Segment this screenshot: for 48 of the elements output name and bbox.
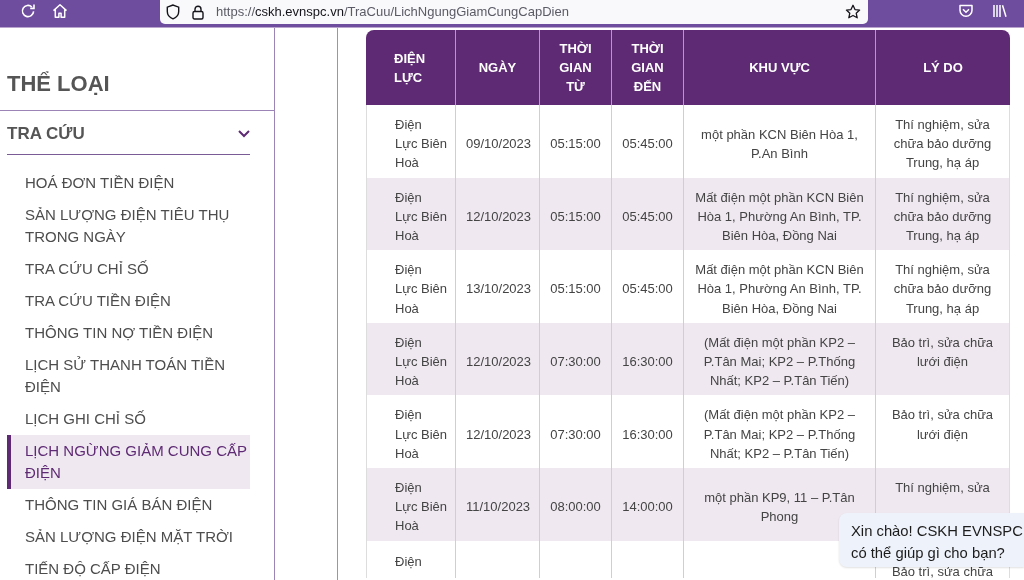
column-header: NGÀY [455,30,539,105]
table-cell: Bảo trì, sửa chữa lưới điện [875,395,1010,469]
table-cell: 11/10/2023 [455,468,539,541]
sidebar-link[interactable]: TRA CỨU CHỈ SỐ [7,253,250,285]
sidebar-link[interactable]: TRA CỨU TIỀN ĐIỆN [7,285,250,317]
column-header: LÝ DO [875,30,1010,105]
column-header: THỜI GIAN ĐẾN [611,30,683,105]
section-toggle[interactable]: TRA CỨU [7,111,250,155]
url-text: https://cskh.evnspc.vn/TraCuu/LichNgungGiamCungCapDien [216,4,569,20]
table-cell: Thí nghiệm, sửa chữa bảo dưỡng Trung, hạ áp [875,105,1010,178]
table-cell: 14:00:00 [611,468,683,541]
sidebar-link[interactable]: LỊCH SỬ THANH TOÁN TIỀN ĐIỆN [7,349,250,403]
table-cell: Thí nghiệm, sửa chữa bảo dưỡng Trung, hạ áp [875,250,1010,323]
sidebar-link[interactable]: THÔNG TIN GIÁ BÁN ĐIỆN [7,489,250,521]
table-cell: Bảo trì, sửa chữa lưới điện [875,322,1010,396]
table-cell: Mất điện một phần KCN Biên Hòa 1, Phường An Bình, TP. Biên Hòa, Đồng Nai [683,177,875,251]
table-cell: 16:30:00 [611,322,683,396]
table-cell: 12/10/2023 [455,177,539,251]
table-cell: Điện Lực Biên Hoà [366,322,455,396]
sidebar-link[interactable]: LỊCH GHI CHỈ SỐ [7,403,250,435]
table-cell: 05:45:00 [611,177,683,251]
chevron-shield-icon[interactable] [958,3,974,19]
books-icon[interactable] [992,3,1008,19]
sidebar-link[interactable]: TIẾN ĐỘ CẤP ĐIỆN [7,553,250,580]
shield-icon[interactable] [166,4,180,20]
sidebar-link[interactable]: HOÁ ĐƠN TIỀN ĐIỆN [7,167,250,199]
table-cell: Điện Lực Biên Hoà [366,177,455,251]
sidebar-title: THỂ LOẠI [0,28,274,111]
table-cell: 07:30:00 [539,322,611,396]
lock-icon[interactable] [192,4,204,20]
table-cell: Điện Lực Biên Hoà [366,468,455,541]
column-header: KHU VỰC [683,30,875,105]
table-cell: 12/10/2023 [455,322,539,396]
sidebar-link[interactable]: SẢN LƯỢNG ĐIỆN TIÊU THỤ TRONG NGÀY [7,199,250,253]
sidebar-link[interactable]: THÔNG TIN NỢ TIỀN ĐIỆN [7,317,250,349]
home-icon[interactable] [52,3,68,19]
sidebar-link[interactable]: LỊCH NGỪNG GIẢM CUNG CẤP ĐIỆN [7,435,250,489]
chat-greeting-bubble[interactable]: Xin chào! CSKH EVNSPC có thể giúp gì cho bạn? [839,513,1024,567]
column-header: THỜI GIAN TỪ [539,30,611,105]
star-icon[interactable] [845,4,861,20]
table-cell: Thí nghiệm, sửa chữa bảo dưỡng Trung, hạ áp [875,177,1010,251]
address-field[interactable]: https://cskh.evnspc.vn/TraCuu/LichNgungGiamCungCapDien [160,0,868,24]
table-cell: 08:00:00 [539,468,611,541]
column-header: ĐIỆN LỰC [366,30,455,105]
sidebar-link[interactable]: SẢN LƯỢNG ĐIỆN MẶT TRỜI [7,521,250,553]
table-cell: (Mất điện một phần KP2 – P.Tân Mai; KP2 – P.Thống Nhất; KP2 – P.Tân Tiến) [683,322,875,396]
refresh-icon[interactable] [20,3,36,19]
table-cell: 05:15:00 [539,177,611,251]
